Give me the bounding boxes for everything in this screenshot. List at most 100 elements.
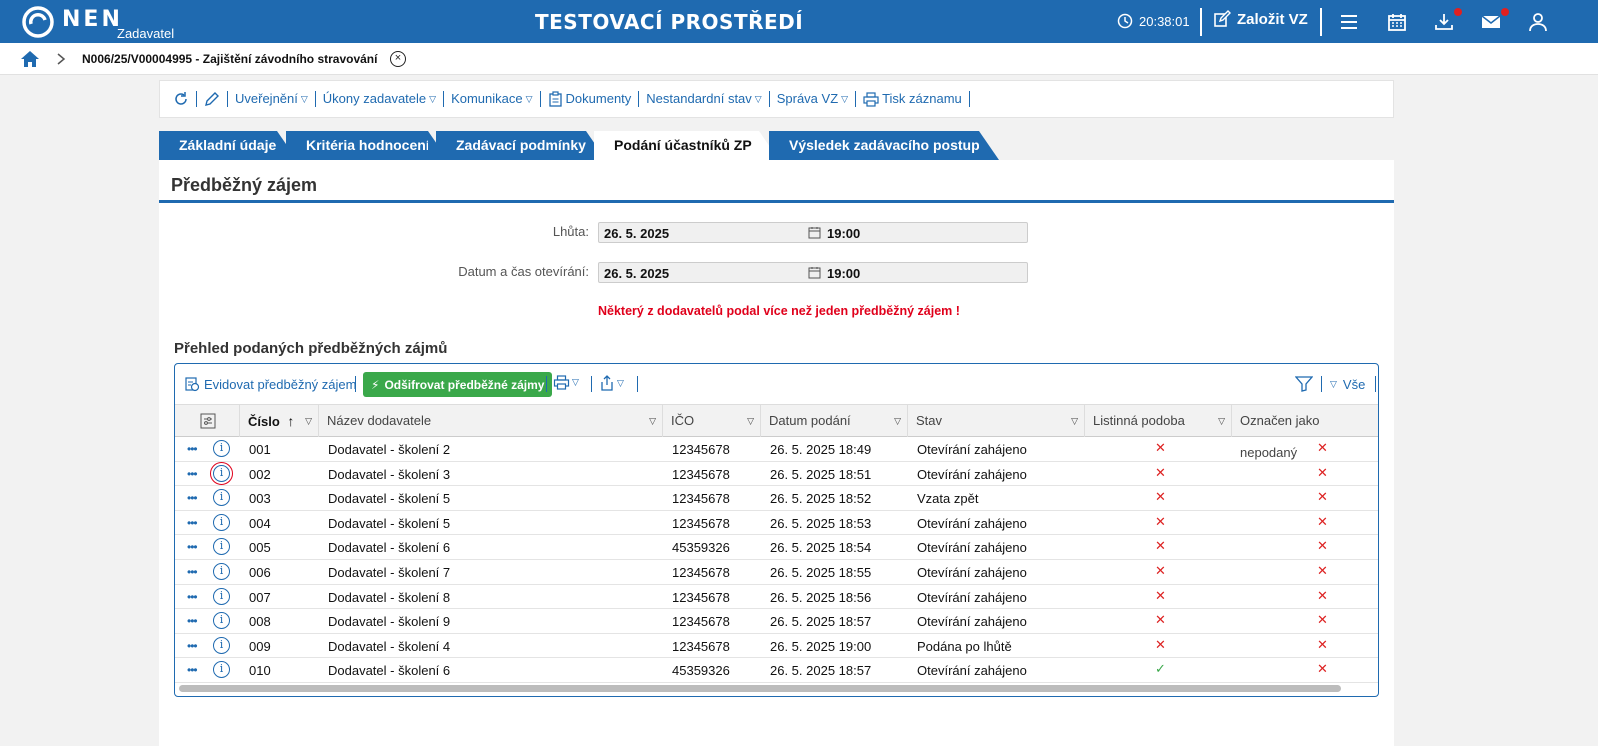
column-header-datum[interactable]: Datum podání ▽ [761,405,908,437]
cell-ico: 12345678 [672,442,730,457]
divider [546,376,547,392]
cross-icon: ✕ [1155,464,1166,480]
info-icon[interactable]: i [213,612,230,630]
filter-all-dropdown[interactable]: ▽ Vše [1330,377,1365,392]
more-actions-icon[interactable]: ••• [187,614,198,628]
mail-icon[interactable] [1480,11,1502,33]
nen-logo[interactable] [22,6,54,38]
info-icon[interactable]: i [213,440,230,457]
cell-datum: 26. 5. 2025 18:49 [770,442,872,457]
table-row[interactable]: ••• i 005 Dodavatel - školení 6 45359326 26. … [175,535,1378,560]
column-filter-icon[interactable]: ▽ [894,405,901,437]
close-icon[interactable]: × [390,51,406,67]
cross-icon: ✕ [1317,612,1328,628]
info-icon[interactable]: i [213,636,230,654]
more-actions-icon[interactable]: ••• [187,540,198,554]
menu-uverejneni[interactable]: Uveřejnění ▽ [228,91,316,107]
more-actions-icon[interactable]: ••• [187,565,198,579]
menu-komunikace[interactable]: Komunikace ▽ [444,91,541,107]
more-actions-icon[interactable]: ••• [187,516,198,530]
table-row[interactable]: ••• i 003 Dodavatel - školení 5 12345678 26. … [175,486,1378,511]
cross-icon: ✕ [1317,563,1328,578]
edit-button[interactable] [197,91,228,107]
cell-stav: Otevírání zahájeno [917,466,1027,482]
table-row[interactable]: ••• i 010 Dodavatel - školení 6 45359326 26. … [175,658,1378,683]
column-filter-icon[interactable]: ▽ [1071,405,1078,437]
home-icon[interactable] [20,50,40,68]
register-interest-button[interactable]: Evidovat předběžný zájem [184,376,356,392]
column-filter-icon[interactable]: ▽ [649,405,656,437]
divider [1375,376,1376,392]
info-icon[interactable]: i [213,563,230,580]
info-icon[interactable]: i [213,513,230,531]
cross-icon: ✕ [1155,538,1166,554]
menu-dokumenty[interactable]: Dokumenty [541,91,640,107]
info-icon[interactable]: i [213,661,230,679]
export-menu-button[interactable]: ▽ [599,375,624,391]
cell-stav: Podána po lhůtě [917,638,1012,654]
menu-label: Dokumenty [565,91,632,106]
tab-zadavaci-podminky[interactable]: Zadávací podmínky [436,131,606,160]
info-icon[interactable]: i [210,461,233,485]
column-header-ico[interactable]: IČO ▽ [663,405,761,437]
interest-grid: Evidovat předběžný zájem ⚡ Odšifrovat př… [174,363,1379,697]
tab-kriteria-hodnoceni[interactable]: Kritéria hodnocení [286,131,448,160]
cell-cislo: 010 [249,663,271,679]
tab-vysledek-zadavaciho-postupu[interactable]: Výsledek zadávacího postupu [769,131,999,160]
column-header-listinna[interactable]: Listinná podoba ▽ [1085,405,1232,437]
cell-datum: 26. 5. 2025 18:54 [770,540,872,556]
more-actions-icon[interactable]: ••• [187,639,198,653]
tab-zakladni-udaje[interactable]: Základní údaje [159,131,297,160]
menu-tisk-zaznamu[interactable]: Tisk záznamu [856,91,970,107]
more-actions-icon[interactable]: ••• [187,590,198,604]
menu-sprava-vz[interactable]: Správa VZ ▽ [770,91,857,107]
printer-icon [863,91,879,107]
column-filter-icon[interactable]: ▽ [305,405,312,437]
decrypt-button[interactable]: ⚡ Odšifrovat předběžné zájmy [363,372,553,397]
column-label: Číslo [248,414,280,429]
table-row[interactable]: ••• i 002 Dodavatel - školení 3 12345678 26. … [175,461,1378,487]
column-header-nepodany[interactable]: Označen jako nepodaný [1232,405,1378,460]
table-row[interactable]: ••• i 007 Dodavatel - školení 8 12345678 26. … [175,585,1378,610]
print-menu-button[interactable]: ▽ [553,375,579,390]
calendar-icon[interactable] [1386,11,1408,33]
filter-icon[interactable] [1295,376,1313,392]
refresh-button[interactable] [166,91,197,107]
table-row[interactable]: ••• i 001 Dodavatel - školení 2 12345678 26. … [175,437,1378,462]
more-actions-icon[interactable]: ••• [187,442,198,456]
column-header-cislo[interactable]: Číslo ↑ ▽ [240,405,319,437]
create-vz-button[interactable]: Založit VZ [1213,10,1308,28]
column-settings-cell[interactable] [175,405,240,437]
info-icon[interactable]: i [213,587,230,605]
menu-ukony-zadavatele[interactable]: Úkony zadavatele ▽ [316,91,445,107]
column-header-nazev[interactable]: Název dodavatele ▽ [319,405,663,437]
column-filter-icon[interactable]: ▽ [747,405,754,437]
refresh-icon [175,92,187,105]
more-actions-icon[interactable]: ••• [187,663,198,677]
column-filter-icon[interactable]: ▽ [1218,405,1225,437]
breadcrumb-item[interactable]: N006/25/V00004995 - Zajištění závodního … [82,52,377,66]
table-row[interactable]: ••• i 004 Dodavatel - školení 5 12345678 26. … [175,511,1378,536]
more-actions-icon[interactable]: ••• [187,491,198,505]
user-icon[interactable] [1527,11,1549,33]
table-row[interactable]: ••• i 006 Dodavatel - školení 7 12345678 26. … [175,560,1378,585]
opening-field: 26. 5. 2025 19:00 [598,262,1028,283]
info-icon[interactable]: i [213,489,230,507]
cell-cislo: 008 [249,614,271,630]
info-icon[interactable]: i [213,538,230,556]
menu-icon[interactable] [1338,11,1360,33]
cell-cislo: 001 [249,442,271,457]
clipboard-icon [548,91,562,107]
menu-label: Tisk záznamu [882,91,962,106]
table-row[interactable]: ••• i 009 Dodavatel - školení 4 12345678 26. … [175,634,1378,659]
chevron-right-icon [57,53,66,65]
more-actions-icon[interactable]: ••• [187,467,198,481]
horizontal-scrollbar[interactable] [179,685,1341,692]
menu-nestandardni-stav[interactable]: Nestandardní stav ▽ [639,91,770,107]
cell-stav: Vzata zpět [917,491,979,507]
column-header-stav[interactable]: Stav ▽ [908,405,1085,437]
table-row[interactable]: ••• i 008 Dodavatel - školení 9 12345678 26. … [175,609,1378,634]
tab-podani-ucastniku[interactable]: Podání účastníků ZP [594,131,779,160]
export-icon [601,375,613,391]
download-icon[interactable] [1433,11,1455,33]
